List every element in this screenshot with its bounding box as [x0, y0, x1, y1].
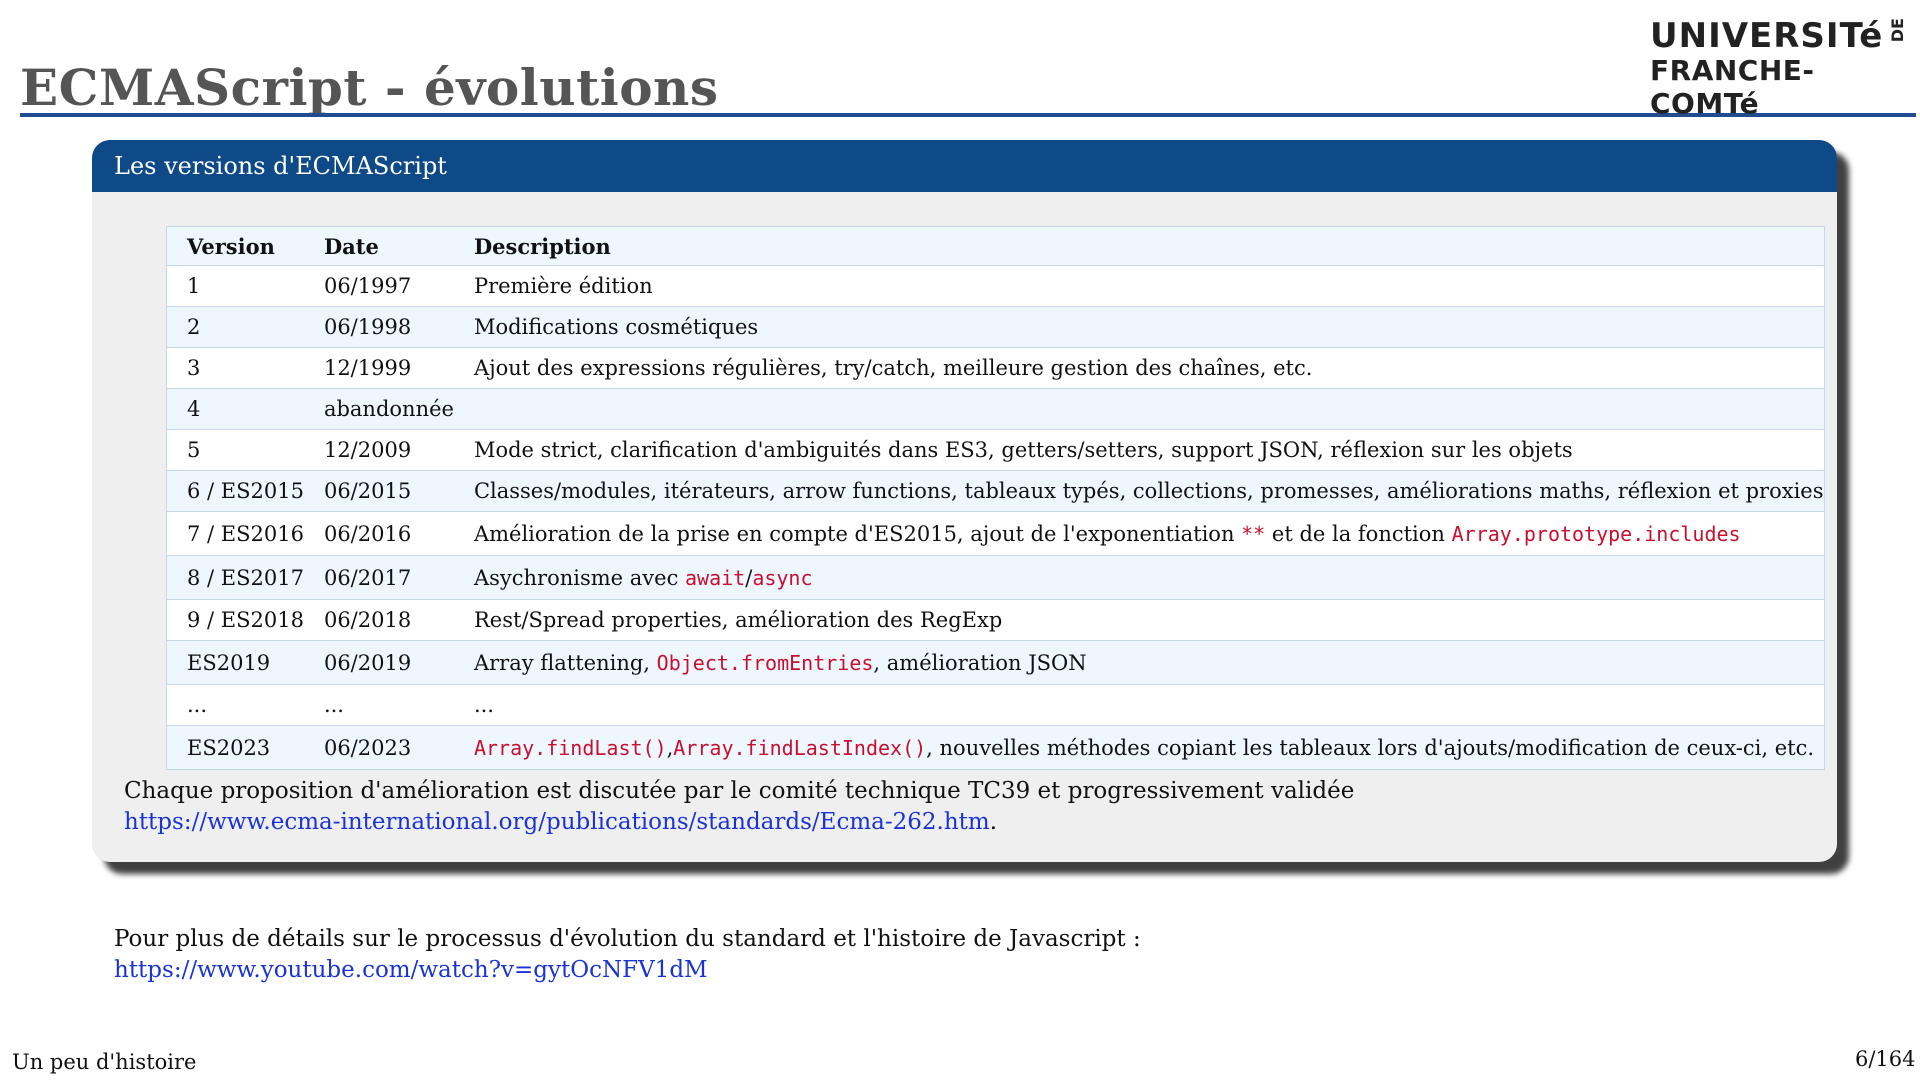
cell-version: ES2023: [166, 725, 304, 770]
cell-version: 4: [166, 388, 304, 430]
cell-version: 9 / ES2018: [166, 599, 304, 641]
cell-date: 06/2016: [303, 511, 454, 556]
cell-date: 12/1999: [303, 347, 454, 389]
cell-version: ...: [166, 684, 304, 726]
cell-description: Modifications cosmétiques: [453, 306, 1825, 348]
versions-table: Version Date Description 1 06/1997 Premi…: [166, 226, 1825, 770]
cell-version: 8 / ES2017: [166, 555, 304, 600]
cell-description: Asychronisme avec await/async: [453, 555, 1825, 600]
university-logo: UNIVERSITé DE FRANCHE-COMTé: [1650, 14, 1910, 120]
code-async: async: [752, 565, 813, 590]
tc39-note-text: Chaque proposition d'amélioration est di…: [124, 778, 1355, 804]
code-array-findlast: Array.findLast(): [473, 735, 667, 760]
cell-version: 1: [166, 265, 304, 307]
code-array-findlastindex: Array.findLastIndex(): [673, 735, 927, 760]
cell-date: 06/2023: [303, 725, 454, 770]
tc39-note: Chaque proposition d'amélioration est di…: [124, 776, 1774, 838]
cell-date: 06/1998: [303, 306, 454, 348]
ecma-262-link[interactable]: https://www.ecma-international.org/publi…: [124, 809, 990, 835]
description-text: Asychronisme avec: [473, 565, 686, 590]
cell-version: 3: [166, 347, 304, 389]
details-paragraph: Pour plus de détails sur le processus d'…: [114, 924, 1141, 986]
cell-date: 06/2015: [303, 470, 454, 512]
cell-date: 06/1997: [303, 265, 454, 307]
cell-date: 06/2017: [303, 555, 454, 600]
cell-description: Classes/modules, itérateurs, arrow funct…: [453, 470, 1825, 512]
table-row: 5 12/2009 Mode strict, clarification d'a…: [166, 429, 1825, 471]
description-text: , nouvelles méthodes copiant les tableau…: [926, 735, 1815, 760]
footer-section-title: Un peu d'histoire: [12, 1050, 197, 1074]
description-text: , amélioration JSON: [873, 650, 1087, 675]
table-row: ES2023 06/2023 Array.findLast(),Array.fi…: [166, 725, 1825, 770]
table-row: 7 / ES2016 06/2016 Amélioration de la pr…: [166, 511, 1825, 556]
cell-version: 6 / ES2015: [166, 470, 304, 512]
code-exponent-operator: **: [1241, 521, 1266, 546]
column-header-date: Date: [303, 226, 454, 266]
cell-version: ES2019: [166, 640, 304, 685]
description-text: Amélioration de la prise en compte d'ES2…: [473, 521, 1242, 546]
cell-description: ...: [453, 684, 1825, 726]
table-row: 6 / ES2015 06/2015 Classes/modules, itér…: [166, 470, 1825, 512]
table-row: 9 / ES2018 06/2018 Rest/Spread propertie…: [166, 599, 1825, 641]
cell-date: abandonnée: [303, 388, 454, 430]
description-text: et de la fonction: [1265, 521, 1452, 546]
column-header-description: Description: [453, 226, 1825, 266]
cell-description: Ajout des expressions régulières, try/ca…: [453, 347, 1825, 389]
table-row: ... ... ...: [166, 684, 1825, 726]
block-header: Les versions d'ECMAScript: [92, 140, 1837, 192]
code-object-fromentries: Object.fromEntries: [656, 650, 874, 675]
cell-date: 06/2018: [303, 599, 454, 641]
cell-date: ...: [303, 684, 454, 726]
cell-description: [453, 388, 1825, 430]
cell-description: Array.findLast(),Array.findLastIndex(), …: [453, 725, 1825, 770]
table-row: 8 / ES2017 06/2017 Asychronisme avec awa…: [166, 555, 1825, 600]
youtube-link[interactable]: https://www.youtube.com/watch?v=gytOcNFV…: [114, 957, 708, 983]
table-row: 1 06/1997 Première édition: [166, 265, 1825, 307]
versions-block: Les versions d'ECMAScript Version Date D…: [92, 140, 1837, 862]
cell-date: 12/2009: [303, 429, 454, 471]
cell-version: 7 / ES2016: [166, 511, 304, 556]
table-row: ES2019 06/2019 Array flattening, Object.…: [166, 640, 1825, 685]
title-rule: [20, 113, 1916, 117]
logo-line-1: UNIVERSITé: [1650, 16, 1884, 56]
description-text: Array flattening,: [473, 650, 657, 675]
cell-description: Première édition: [453, 265, 1825, 307]
table-row: 4 abandonnée: [166, 388, 1825, 430]
cell-description: Rest/Spread properties, amélioration des…: [453, 599, 1825, 641]
table-row: 2 06/1998 Modifications cosmétiques: [166, 306, 1825, 348]
code-await: await: [685, 565, 746, 590]
cell-description: Mode strict, clarification d'ambiguités …: [453, 429, 1825, 471]
details-text: Pour plus de détails sur le processus d'…: [114, 926, 1141, 952]
column-header-version: Version: [166, 226, 304, 266]
cell-description: Array flattening, Object.fromEntries, am…: [453, 640, 1825, 685]
cell-version: 5: [166, 429, 304, 471]
logo-line-2: FRANCHE-COMTé: [1650, 54, 1815, 120]
table-header-row: Version Date Description: [166, 226, 1825, 266]
note-period: .: [989, 809, 998, 835]
logo-de: DE: [1888, 18, 1907, 43]
table-row: 3 12/1999 Ajout des expressions régulièr…: [166, 347, 1825, 389]
slide-title: ECMAScript - évolutions: [20, 58, 719, 117]
page-number: 6/164: [1855, 1047, 1916, 1071]
cell-version: 2: [166, 306, 304, 348]
code-array-includes: Array.prototype.includes: [1451, 521, 1741, 546]
cell-date: 06/2019: [303, 640, 454, 685]
cell-description: Amélioration de la prise en compte d'ES2…: [453, 511, 1825, 556]
